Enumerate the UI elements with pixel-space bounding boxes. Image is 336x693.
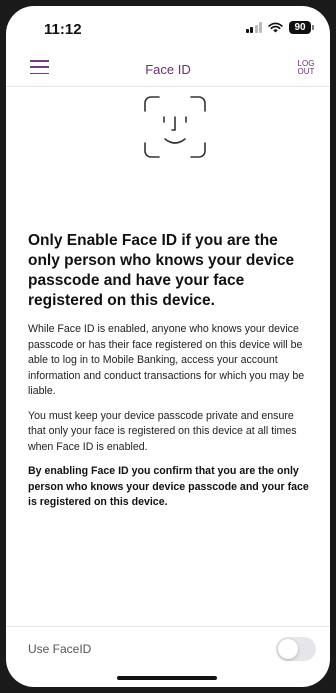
- info-paragraph-2: You must keep your device passcode priva…: [28, 409, 297, 453]
- use-faceid-toggle[interactable]: [276, 637, 316, 661]
- battery-level: 90: [289, 21, 311, 34]
- battery-icon: 90: [289, 21, 314, 34]
- info-paragraph-1: While Face ID is enabled, anyone who kno…: [28, 323, 305, 397]
- home-indicator: [117, 676, 217, 680]
- warning-heading: Only Enable Face ID if you are the only …: [28, 232, 295, 309]
- face-id-info: Only Enable Face ID if you are the only …: [28, 231, 312, 520]
- phone-screen: 11:12 90 Face ID LOG OUT Only Enable Fac…: [6, 6, 330, 687]
- confirmation-paragraph: By enabling Face ID you confirm that you…: [28, 465, 309, 508]
- face-id-icon: [144, 96, 206, 158]
- status-time: 11:12: [44, 21, 82, 38]
- logout-label-line2: OUT: [297, 67, 315, 76]
- status-icons: 90: [245, 21, 314, 34]
- wifi-icon: [268, 22, 283, 33]
- status-bar: 11:12 90: [6, 6, 330, 48]
- nav-bar: Face ID LOG OUT: [6, 50, 330, 87]
- toggle-knob: [278, 639, 298, 659]
- logout-button[interactable]: LOG OUT: [296, 60, 316, 76]
- signal-icon: [245, 22, 262, 33]
- page-title: Face ID: [145, 62, 191, 77]
- use-faceid-label: Use FaceID: [28, 642, 92, 656]
- use-faceid-row: Use FaceID: [6, 626, 330, 677]
